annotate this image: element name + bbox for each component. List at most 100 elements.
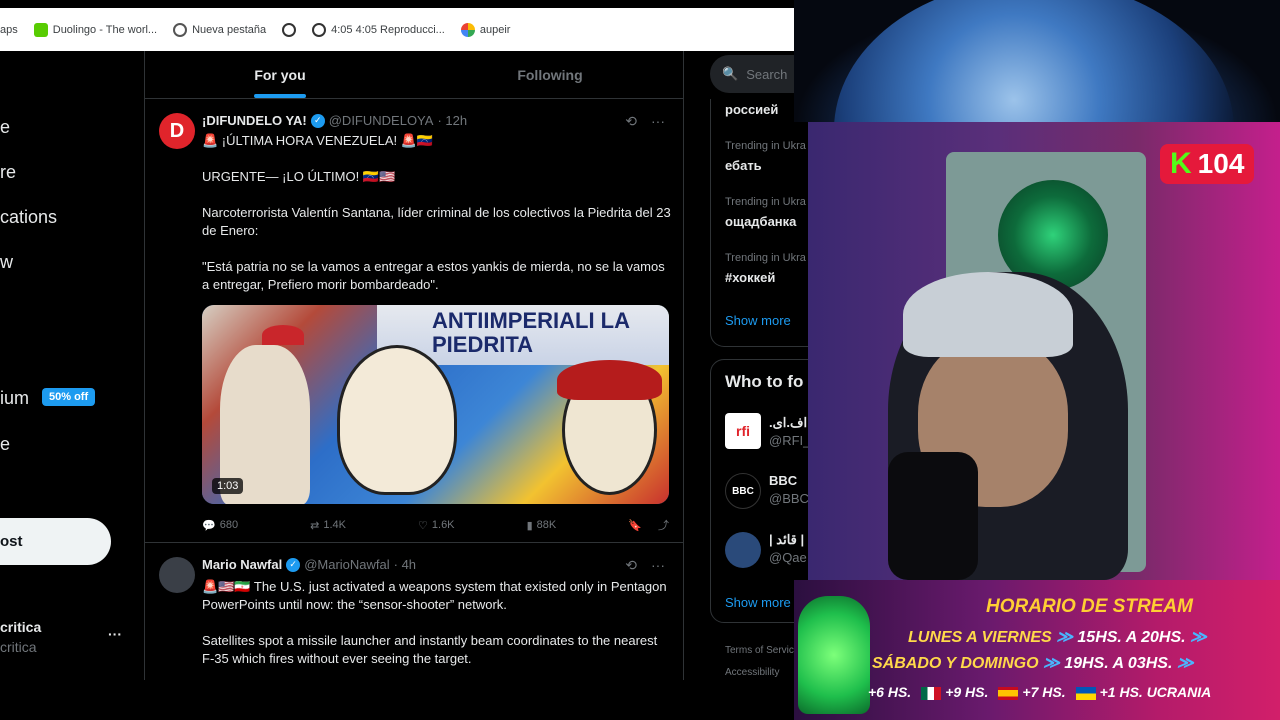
footer-link[interactable]: Accessibility	[725, 667, 779, 678]
tweet-actions: 💬 680 ⇄ 1.4K ♡ 1.6K ▮ 88K 🔖 ⤴	[202, 517, 669, 533]
heart-icon: ♡	[418, 519, 428, 532]
account-name[interactable]: critica	[0, 619, 41, 635]
nav-item-follow[interactable]: w	[0, 252, 13, 273]
bookmarks-bar: aps Duolingo - The worl... Nueva pestaña…	[0, 8, 794, 51]
tweet-tools: ⟲ ···	[625, 557, 665, 574]
author-handle[interactable]: @MarioNawfal	[304, 557, 389, 572]
double-arrow-icon: ≫	[1176, 655, 1194, 672]
repost-button[interactable]: ⇄ 1.4K	[310, 517, 346, 533]
ukraine-flag-icon	[1075, 686, 1096, 700]
tz-entry: +1 HS. UCRANIA	[1075, 684, 1211, 700]
webcam-feed: K 104	[808, 122, 1280, 580]
left-nav: e re cations w ium 50% off e ost critica…	[0, 51, 144, 680]
stream-schedule: HORARIO DE STREAM LUNES A VIERNES ≫ 15HS…	[794, 580, 1280, 720]
timezones: +6 HS. +9 HS. +7 HS. +1 HS. UCRANIA	[868, 684, 1211, 700]
tweet-time[interactable]: · 12h	[437, 113, 467, 128]
duolingo-icon	[33, 22, 48, 37]
verified-icon: ✓	[310, 113, 325, 128]
account-name[interactable]: | قائد |	[769, 532, 804, 548]
mural-banner-text: ANTIIMPERIALI LA PIEDRITA	[432, 308, 630, 357]
tweet-time[interactable]: · 4h	[394, 557, 416, 572]
verified-icon: ✓	[286, 557, 301, 572]
tweet-text-line: 🚨 ¡ÚLTIMA HORA VENEZUELA! 🚨🇻🇪	[202, 133, 434, 148]
kick-viewer-badge: K 104	[1160, 144, 1255, 184]
show-more-link[interactable]: Show more	[725, 595, 791, 610]
chart-icon: ▮	[526, 519, 533, 532]
schedule-title: HORARIO DE STREAM	[986, 596, 1193, 617]
show-more-link[interactable]: Show more	[725, 313, 791, 328]
trend-name[interactable]: россией	[725, 102, 778, 117]
timeline-tabs: For you Following	[145, 51, 683, 99]
author-name[interactable]: ¡DIFUNDELO YA!	[202, 113, 307, 128]
bookmark-reproduccion[interactable]: 4:05 4:05 Reproducci...	[312, 22, 445, 37]
nav-item-profile[interactable]: e	[0, 434, 10, 455]
footer-link[interactable]: Terms of Servic	[725, 645, 794, 656]
nav-item-premium[interactable]: ium	[0, 388, 29, 409]
double-arrow-icon: ≫	[1190, 629, 1207, 646]
bookmark-globe[interactable]	[282, 22, 297, 37]
mural-face-left	[337, 345, 457, 495]
account-handle: @RFI_	[769, 433, 808, 448]
space-background	[794, 0, 1280, 280]
bookmark-icon[interactable]: 🔖	[628, 519, 642, 532]
avatar[interactable]: rfi	[725, 413, 761, 449]
globe-icon	[312, 22, 327, 37]
account-handle: critica	[0, 639, 37, 655]
who-to-follow-title: Who to fo	[725, 372, 804, 391]
bookmark-new-tab[interactable]: Nueva pestaña	[173, 22, 266, 37]
tab-for-you[interactable]: For you	[145, 51, 415, 98]
double-arrow-icon: ≫	[1043, 655, 1065, 672]
avatar[interactable]: D	[159, 113, 195, 149]
chrome-icon	[173, 22, 188, 37]
bookmark-aupeir[interactable]: aupeir	[460, 22, 510, 37]
tweet[interactable]: D ¡DIFUNDELO YA! ✓ @DIFUNDELOYA · 12h ⟲ …	[145, 99, 683, 543]
avatar[interactable]	[159, 557, 195, 593]
tweet-header: Mario Nawfal ✓ @MarioNawfal · 4h	[202, 557, 416, 572]
mexico-flag-icon	[921, 686, 942, 700]
views-button[interactable]: ▮ 88K	[527, 517, 557, 533]
account-name[interactable]: BBC	[769, 473, 797, 488]
tweet-text-line: Narcoterrorista Valentín Santana, líder …	[202, 205, 671, 238]
trend-name[interactable]: ебать	[725, 158, 762, 173]
tz-entry: +7 HS.	[998, 684, 1066, 700]
bookmark-duolingo[interactable]: Duolingo - The worl...	[33, 22, 157, 37]
globe-icon	[282, 22, 297, 37]
like-button[interactable]: ♡ 1.6K	[418, 517, 455, 533]
more-icon[interactable]: ···	[651, 113, 665, 130]
repost-icon: ⇄	[310, 519, 320, 532]
grok-icon[interactable]: ⟲	[625, 113, 637, 130]
tweet-video[interactable]: ANTIIMPERIALI LA PIEDRITA 1:03	[202, 305, 669, 504]
trend-name[interactable]: #хоккей	[725, 270, 775, 285]
avatar[interactable]	[725, 532, 761, 568]
account-name[interactable]: .اف.ای	[769, 415, 807, 431]
microphone	[888, 452, 978, 580]
post-button[interactable]: ost	[0, 518, 111, 565]
trend-name[interactable]: ощадбанка	[725, 214, 796, 229]
share-icon[interactable]: ⤴	[658, 517, 669, 533]
nav-item-notifications[interactable]: cations	[0, 207, 57, 228]
nav-item-home[interactable]: e	[0, 117, 10, 138]
red-cap	[262, 325, 304, 345]
author-name[interactable]: Mario Nawfal	[202, 557, 282, 572]
right-sidebar: 🔍 Search россией Trending in Ukra ебать …	[684, 51, 808, 680]
tab-underline	[254, 94, 306, 98]
red-beret	[557, 360, 662, 400]
puzzle-icon	[460, 22, 475, 37]
tweet[interactable]: Mario Nawfal ✓ @MarioNawfal · 4h ⟲ ··· 🚨…	[145, 543, 683, 680]
tweet-text-line: URGENTE— ¡LO ÚLTIMO! 🇻🇪🇺🇸	[202, 169, 396, 184]
author-handle[interactable]: @DIFUNDELOYA	[329, 113, 434, 128]
bookmark-maps[interactable]: aps	[0, 24, 18, 36]
spain-flag-icon	[998, 686, 1019, 700]
schedule-row: SÁBADO Y DOMINGO ≫ 19HS. A 03HS. ≫	[872, 655, 1194, 672]
reply-icon: 💬	[202, 519, 216, 532]
account-handle: @Qae	[769, 550, 807, 565]
trend-meta: Trending in Ukra	[725, 196, 806, 208]
account-more-icon[interactable]: ···	[108, 626, 122, 642]
reply-button[interactable]: 💬 680	[202, 517, 238, 533]
tab-following[interactable]: Following	[415, 51, 683, 98]
grok-icon[interactable]: ⟲	[625, 557, 637, 574]
nav-item-explore[interactable]: re	[0, 162, 16, 183]
avatar[interactable]: BBC	[725, 473, 761, 509]
more-icon[interactable]: ···	[651, 557, 665, 574]
trend-meta: Trending in Ukra	[725, 252, 806, 264]
